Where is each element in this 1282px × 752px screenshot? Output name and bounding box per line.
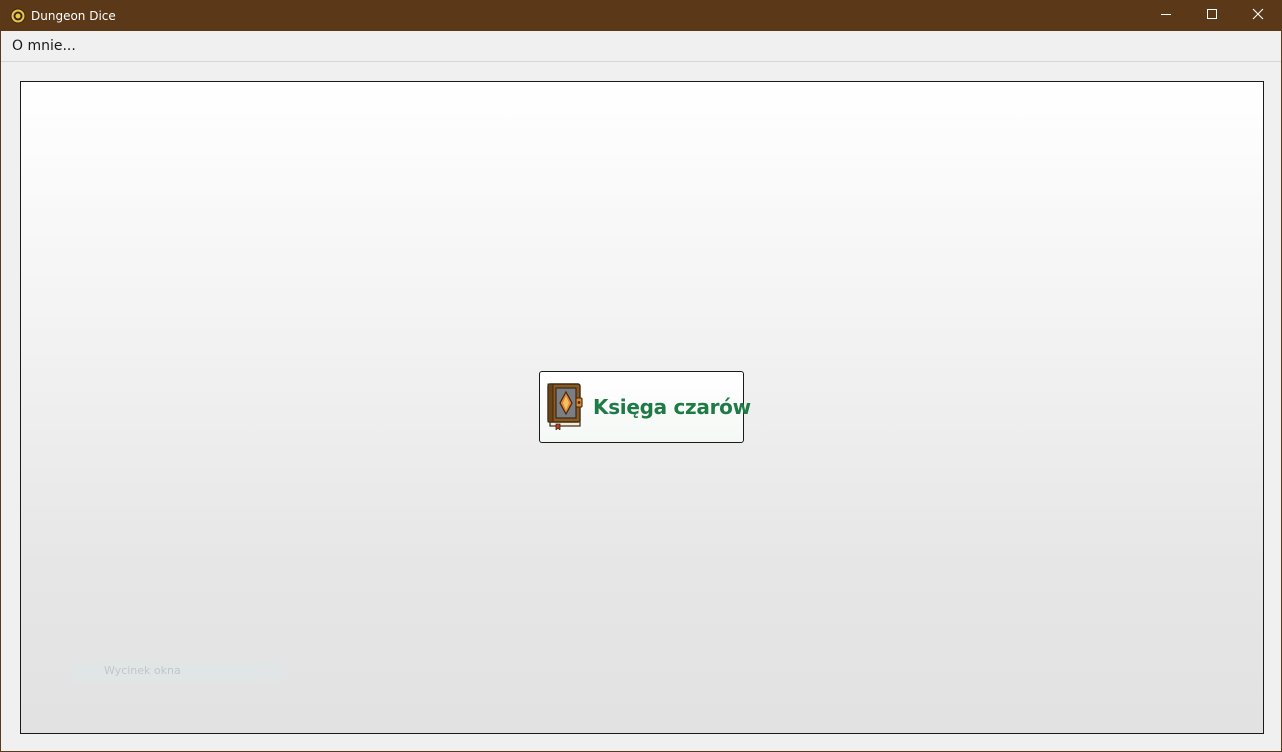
menu-bar: O mnie... bbox=[1, 31, 1281, 62]
maximize-button[interactable] bbox=[1189, 1, 1235, 31]
spellbook-button[interactable]: Księga czarów bbox=[539, 371, 751, 443]
spellbook-icon bbox=[547, 382, 583, 431]
close-icon bbox=[1252, 7, 1264, 25]
close-button[interactable] bbox=[1235, 1, 1281, 31]
minimize-button[interactable] bbox=[1143, 1, 1189, 31]
dice-gear-icon bbox=[10, 8, 26, 24]
title-bar[interactable]: Dungeon Dice bbox=[1, 1, 1281, 31]
window-title: Dungeon Dice bbox=[31, 9, 116, 23]
maximize-icon bbox=[1206, 7, 1218, 25]
snip-overlay-label: Wycinek okna bbox=[104, 664, 181, 677]
snip-overlay: Wycinek okna bbox=[72, 660, 285, 682]
menu-item-about[interactable]: O mnie... bbox=[5, 35, 83, 57]
minimize-icon bbox=[1160, 7, 1172, 25]
app-window: Dungeon Dice O mnie... Księga czarów Wyc… bbox=[0, 0, 1282, 752]
main-panel: Księga czarów Wycinek okna bbox=[20, 81, 1264, 734]
spellbook-button-label: Księga czarów bbox=[593, 395, 751, 419]
